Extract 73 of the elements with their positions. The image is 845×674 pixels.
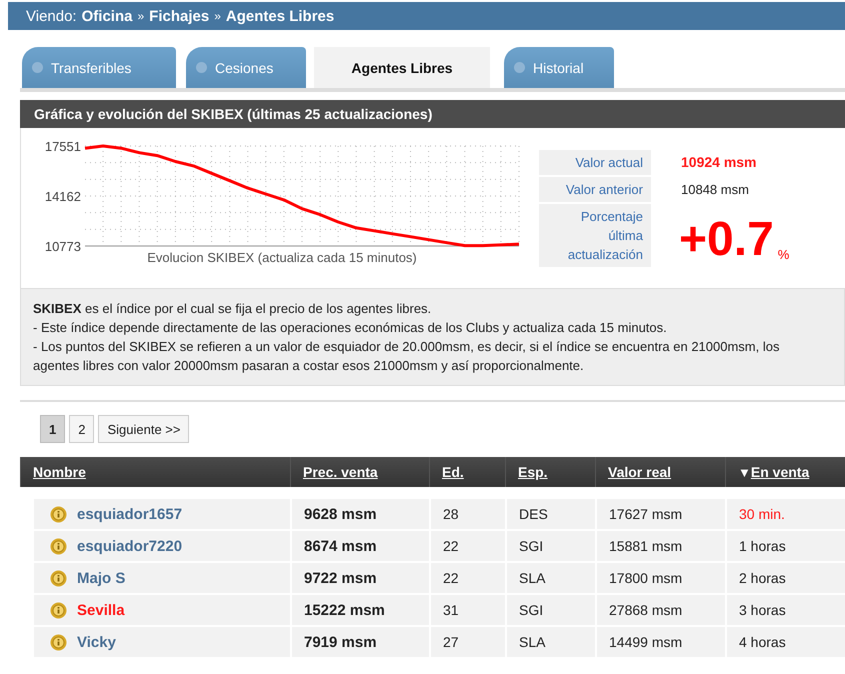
- bullet-icon: [196, 62, 207, 73]
- table-cell: DES: [505, 499, 595, 531]
- page-button[interactable]: 2: [69, 415, 94, 443]
- sort-icon: ▼: [738, 465, 751, 480]
- stat-label: Valor actual: [539, 150, 651, 175]
- column-header-link[interactable]: Prec. venta: [303, 464, 378, 480]
- breadcrumb-link[interactable]: Agentes Libres: [226, 8, 334, 24]
- player-link[interactable]: Sevilla: [77, 602, 125, 618]
- table-cell: 27: [429, 627, 505, 659]
- column-header-link[interactable]: Ed.: [442, 464, 464, 480]
- column-header-link[interactable]: En venta: [750, 464, 810, 480]
- table-cell: 28: [429, 499, 505, 531]
- info-icon[interactable]: [50, 634, 67, 650]
- column-header-link[interactable]: Valor real: [608, 464, 672, 480]
- column-header-link[interactable]: Nombre: [33, 464, 86, 480]
- table-cell: 3 horas: [725, 595, 845, 627]
- table-cell: 30 min.: [725, 499, 845, 531]
- breadcrumb-separator: »: [137, 9, 144, 23]
- info-icon[interactable]: [50, 538, 67, 554]
- y-tick-label: 10773: [44, 239, 81, 254]
- y-tick-label: 17551: [44, 139, 81, 154]
- stat-value: +0.7: [679, 217, 774, 263]
- table-cell: 22: [429, 563, 505, 595]
- table-cell: 4 horas: [725, 627, 845, 659]
- page-button[interactable]: 1: [40, 415, 66, 443]
- info-icon[interactable]: [50, 506, 67, 522]
- table-cell: 9628 msm: [290, 499, 429, 531]
- panel-header: Gráfica y evolución del SKIBEX (últimas 25 actualizaciones): [20, 100, 845, 128]
- stat-unit: %: [778, 247, 790, 263]
- table-cell: 31: [429, 595, 505, 627]
- tab[interactable]: Cesiones: [186, 47, 306, 88]
- bullet-icon: [514, 62, 525, 73]
- table-cell: 27868 msm: [595, 595, 725, 627]
- next-button[interactable]: Siguiente >>: [98, 415, 190, 443]
- stat-value: 10848 msm: [681, 182, 749, 197]
- info-text: - Los puntos del SKIBEX se refieren a un valor de esquiador de 20.000msm, es decir, si el índice se encuentra en 21000msm, los agentes libres con valor 20000msm pasaran a costar esos 21000msm y así proporcionalmente.: [33, 338, 780, 375]
- table-cell: SLA: [505, 563, 595, 595]
- info-icon[interactable]: [50, 602, 67, 618]
- y-tick-label: 14162: [44, 189, 81, 204]
- table-cell: 1 horas: [725, 531, 845, 563]
- tab[interactable]: Transferibles: [22, 47, 176, 88]
- player-link[interactable]: Vicky: [77, 634, 116, 650]
- table-cell: 2 horas: [725, 563, 845, 595]
- stat-label: Porcentaje última actualización: [539, 204, 651, 267]
- stat-value: 10924 msm: [681, 154, 757, 170]
- table-cell: 9722 msm: [290, 563, 429, 595]
- breadcrumb-label: Viendo:: [26, 8, 77, 24]
- table-cell: 14499 msm: [595, 627, 725, 659]
- table-cell: 7919 msm: [290, 627, 429, 659]
- table-cell: 22: [429, 531, 505, 563]
- stat-label: Valor anterior: [539, 177, 651, 202]
- table-cell: 17800 msm: [595, 563, 725, 595]
- player-link[interactable]: esquiador1657: [77, 506, 182, 522]
- breadcrumb-separator: »: [214, 9, 221, 23]
- table-cell: SGI: [505, 531, 595, 563]
- info-text: SKIBEX es el índice por el cual se fija el precio de los agentes libres.: [33, 300, 432, 318]
- player-link[interactable]: Majo S: [77, 570, 126, 586]
- info-text: - Este índice depende directamente de las operaciones económicas de los Clubs y actualiza cada 15 minutos.: [33, 319, 668, 337]
- tab[interactable]: Historial: [504, 47, 614, 88]
- table-cell: 17627 msm: [595, 499, 725, 531]
- breadcrumb-link[interactable]: Fichajes: [149, 8, 210, 24]
- table-cell: SGI: [505, 595, 595, 627]
- table-cell: SLA: [505, 627, 595, 659]
- tab[interactable]: Agentes Libres: [314, 47, 490, 88]
- info-icon[interactable]: [50, 570, 67, 586]
- player-link[interactable]: esquiador7220: [77, 538, 182, 554]
- table-cell: 15881 msm: [595, 531, 725, 563]
- breadcrumb-link[interactable]: Oficina: [82, 8, 132, 24]
- column-header-link[interactable]: Esp.: [518, 464, 548, 480]
- bullet-icon: [32, 62, 43, 73]
- table-cell: 15222 msm: [290, 595, 429, 627]
- table-cell: 8674 msm: [290, 531, 429, 563]
- x-axis-label: Evolucion SKIBEX (actualiza cada 15 minutos): [147, 250, 417, 265]
